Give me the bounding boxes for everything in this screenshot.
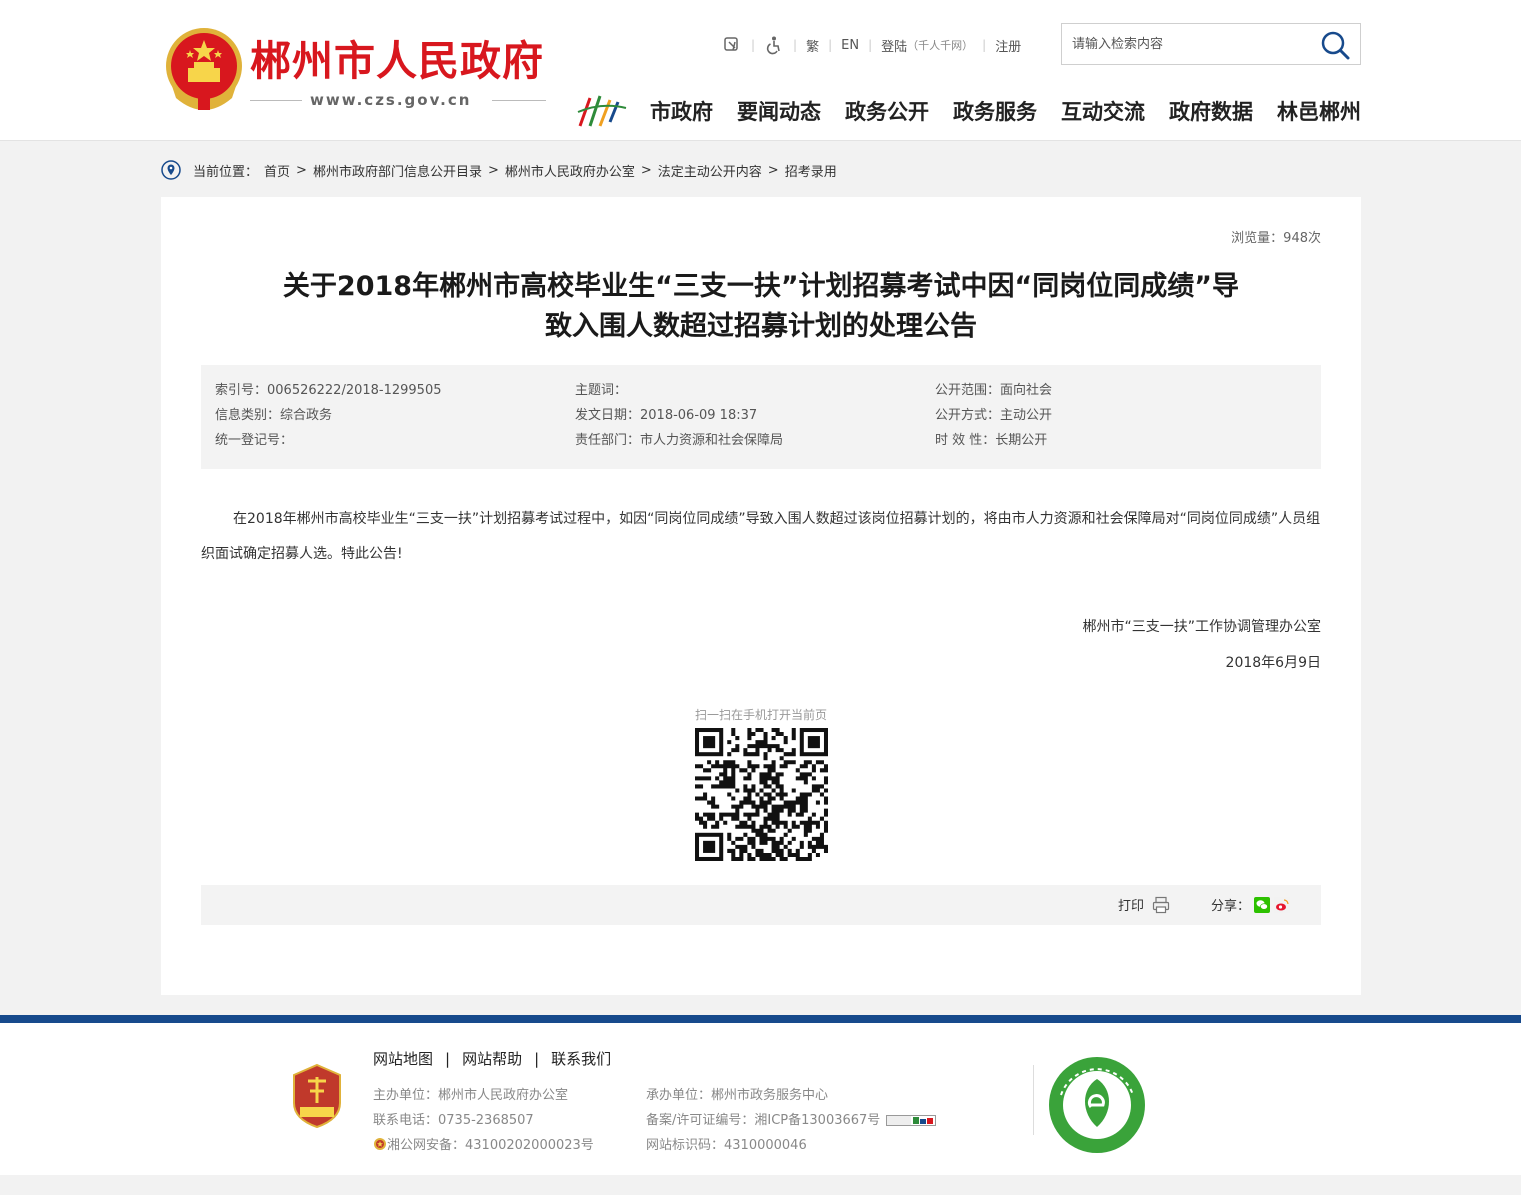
breadcrumb: 当前位置： 首页 > 郴州市政府部门信息公开目录 > 郴州市人民政府办公室 > … [161,158,837,182]
footer-info-left: 主办单位：郴州市人民政府办公室 联系电话：0735-2368507 湘公网安备：… [373,1083,594,1158]
article-body: 在2018年郴州市高校毕业生“三支一扶”计划招募考试过程中，如因“同岗位同成绩”… [201,511,1321,562]
article-signature: 郴州市“三支一扶”工作协调管理办公室 [1082,619,1321,635]
footer-police-record[interactable]: 湘公网安备：43100202000023号 [373,1133,594,1158]
nav-item-gov-data[interactable]: 政府数据 [1169,95,1253,129]
footer-icp[interactable]: 备案/许可证编号：湘ICP备13003667号 [646,1108,937,1133]
view-count: 浏览量：948次 [1231,231,1321,246]
footer-police-text: 湘公网安备：43100202000023号 [387,1138,594,1153]
party-gov-badge-icon[interactable] [290,1063,344,1129]
footer-link-contact[interactable]: 联系我们 [551,1048,611,1069]
footer-link-separator: | [534,1049,540,1068]
footer-organizer: 承办单位：郴州市政务服务中心 [646,1088,829,1103]
article-title-line2: 致入围人数超过招募计划的处理公告 [545,311,977,342]
print-button[interactable]: 打印 [1118,895,1170,914]
site-url-block: www.czs.gov.cn [250,90,546,110]
footer-icp-text: 备案/许可证编号：湘ICP备13003667号 [646,1113,881,1128]
accessibility-icon[interactable] [764,35,784,55]
meta-validity: 时 效 性：长期公开 [935,433,1048,448]
footer-link-separator: | [445,1049,451,1068]
police-badge-icon [374,1138,386,1150]
site-url: www.czs.gov.cn [310,91,472,109]
meta-method: 公开方式：主动公开 [935,408,1053,423]
site-header: 郴州市人民政府 www.czs.gov.cn | | 繁 | EN | 登陆 （… [0,0,1521,141]
meta-department: 责任部门：市人力资源和社会保障局 [575,433,784,448]
article-title: 关于2018年郴州市高校毕业生“三支一扶”计划招募考试中因“同岗位同成绩”导 致… [201,267,1321,347]
search-input[interactable] [1062,24,1312,64]
nav-logo-icon [577,95,627,127]
search-box [1061,23,1361,65]
breadcrumb-separator: > [296,162,307,178]
print-label: 打印 [1118,899,1145,914]
english-link[interactable]: EN [841,38,859,53]
nav-item-interaction[interactable]: 互动交流 [1061,95,1145,129]
meta-reg-no: 统一登记号： [215,433,294,448]
nav-item-gov-services[interactable]: 政务服务 [953,95,1037,129]
meta-category: 信息类别：综合政务 [215,408,333,423]
breadcrumb-label: 当前位置： [193,164,259,180]
tool-separator: | [868,38,873,52]
nav-item-gov-affairs[interactable]: 政务公开 [845,95,929,129]
nav-item-city-gov[interactable]: 市政府 [650,95,713,129]
printer-icon [1152,896,1170,913]
traditional-chinese-link[interactable]: 繁 [806,36,819,55]
qr-code [695,728,828,861]
url-left-line [250,100,302,101]
article-sign-date: 2018年6月9日 [1225,655,1321,671]
share-label: 分享： [1211,899,1251,914]
article-container: 浏览量：948次 关于2018年郴州市高校毕业生“三支一扶”计划招募考试中因“同… [161,197,1361,995]
meta-scope: 公开范围：面向社会 [935,383,1053,398]
meta-index-no: 索引号：006526222/2018-1299505 [215,383,442,398]
footer-phone: 联系电话：0735-2368507 [373,1113,534,1128]
share-group: 分享： [1211,895,1291,914]
site-footer: 网站地图 | 网站帮助 | 联系我们 主办单位：郴州市人民政府办公室 联系电话：… [0,1015,1521,1175]
footer-divider [1033,1065,1034,1135]
civilization-site-badge-icon[interactable] [1047,1055,1147,1155]
cnzz-stat-icon[interactable] [886,1115,937,1126]
footer-sponsor: 主办单位：郴州市人民政府办公室 [373,1088,569,1103]
breadcrumb-public-content[interactable]: 法定主动公开内容 [658,161,762,180]
register-link[interactable]: 注册 [995,36,1021,55]
footer-site-id: 网站标识码：4310000046 [646,1138,807,1153]
main-nav: 市政府 要闻动态 政务公开 政务服务 互动交流 政府数据 林邑郴州 [650,95,1361,129]
breadcrumb-office[interactable]: 郴州市人民政府办公室 [505,161,635,180]
nav-item-linyi-chenzhou[interactable]: 林邑郴州 [1277,95,1361,129]
footer-link-help[interactable]: 网站帮助 [462,1048,522,1069]
meta-date: 发文日期：2018-06-09 18:37 [575,408,758,423]
breadcrumb-separator: > [767,162,779,178]
login-note: （千人千网） [907,39,974,52]
qr-label: 扫一扫在手机打开当前页 [695,708,828,722]
national-emblem-icon[interactable] [164,26,244,112]
breadcrumb-home[interactable]: 首页 [264,161,290,180]
login-link[interactable]: 登陆 [881,36,907,55]
footer-info-right: 承办单位：郴州市政务服务中心 备案/许可证编号：湘ICP备13003667号 网… [646,1083,937,1158]
nav-item-news[interactable]: 要闻动态 [737,95,821,129]
elder-mode-icon[interactable] [722,35,742,55]
article-tools-bar: 打印 分享： [201,885,1321,925]
meta-keywords: 主题词： [575,383,628,398]
article-meta: 索引号：006526222/2018-1299505 信息类别：综合政务 统一登… [201,365,1321,469]
tool-separator: | [828,38,833,52]
article-signature-block: 郴州市“三支一扶”工作协调管理办公室 2018年6月9日 [1082,609,1321,681]
meta-col-3: 公开范围：面向社会 公开方式：主动公开 时 效 性：长期公开 [935,378,1052,453]
meta-col-2: 主题词： 发文日期：2018-06-09 18:37 责任部门：市人力资源和社会… [575,378,783,453]
wechat-icon[interactable] [1254,896,1271,913]
search-icon[interactable] [1320,30,1350,60]
breadcrumb-separator: > [640,162,652,178]
article-title-line1: 关于2018年郴州市高校毕业生“三支一扶”计划招募考试中因“同岗位同成绩”导 [282,271,1240,302]
breadcrumb-recruitment[interactable]: 招考录用 [785,161,837,180]
location-icon [161,160,181,180]
breadcrumb-separator: > [487,162,499,178]
footer-links: 网站地图 | 网站帮助 | 联系我们 [373,1048,611,1069]
tool-separator: | [751,38,756,52]
breadcrumb-directory[interactable]: 郴州市政府部门信息公开目录 [313,161,482,180]
top-tools: | | 繁 | EN | 登陆 （千人千网） | 注册 [722,34,1021,56]
tool-separator: | [982,38,987,52]
footer-link-sitemap[interactable]: 网站地图 [373,1048,433,1069]
url-right-line [492,100,546,101]
weibo-icon[interactable] [1274,896,1291,913]
site-name[interactable]: 郴州市人民政府 [250,36,544,86]
meta-col-1: 索引号：006526222/2018-1299505 信息类别：综合政务 统一登… [215,378,442,453]
tool-separator: | [793,38,798,52]
